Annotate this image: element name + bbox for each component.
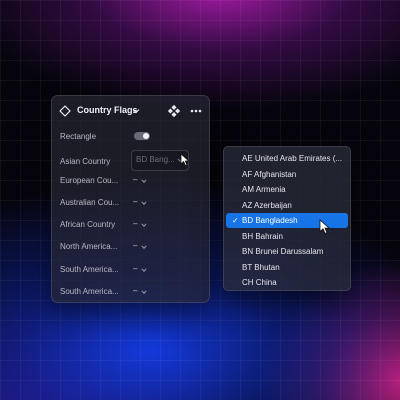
option-label: AM Armenia [242, 185, 286, 194]
toggle-knob [143, 133, 149, 139]
option-label: BH Bahrain [242, 231, 283, 241]
dropdown-option-bn[interactable]: BN Brunei Darussalam [226, 244, 348, 259]
property-row-african-country: African Country – [52, 216, 209, 236]
property-label: North America... [60, 242, 118, 251]
property-label: Rectangle [60, 132, 97, 141]
move-cross-icon[interactable] [168, 105, 180, 117]
select-value: BD Bang... [136, 155, 175, 164]
property-row-south-america-1: South America... – [52, 261, 209, 281]
panel-title[interactable]: Country Flags [77, 105, 138, 115]
option-label: AE United Arab Emirates (... [242, 154, 343, 163]
empty-select-value[interactable]: – [133, 197, 137, 206]
option-label: AZ Azerbaijan [242, 200, 292, 210]
chevron-down-icon[interactable] [141, 290, 147, 294]
checkmark-icon: ✓ [232, 216, 239, 225]
property-row-south-america-2: South America... – [52, 283, 209, 303]
option-label: CH China [242, 278, 277, 287]
empty-select-value[interactable]: – [133, 264, 137, 273]
empty-select-value[interactable]: – [133, 286, 137, 295]
property-row-australian-country: Australian Cou... – [52, 194, 209, 214]
frame-diamond-icon [59, 105, 71, 117]
property-label: European Cou... [60, 176, 119, 185]
chevron-down-icon[interactable] [141, 179, 147, 183]
chevron-down-icon[interactable] [141, 201, 147, 205]
option-label: BT Bhutan [242, 262, 280, 272]
property-row-rectangle: Rectangle [52, 128, 209, 148]
property-label: South America... [60, 287, 119, 296]
component-properties-panel: Country Flags Rectangle Asian Country BD… [51, 95, 210, 303]
dropdown-option-az[interactable]: AZ Azerbaijan [226, 198, 348, 213]
dropdown-option-af[interactable]: AF Afghanistan [226, 167, 348, 182]
option-label: AF Afghanistan [242, 169, 297, 179]
empty-select-value[interactable]: – [133, 175, 137, 184]
empty-select-value[interactable]: – [133, 219, 137, 228]
mouse-cursor-icon [319, 219, 331, 234]
option-label: BN Brunei Darussalam [242, 247, 324, 256]
rectangle-toggle[interactable] [134, 132, 150, 140]
property-row-north-america: North America... – [52, 238, 209, 258]
dropdown-option-ae[interactable]: AE United Arab Emirates (... [226, 151, 348, 166]
panel-header: Country Flags [52, 96, 209, 126]
chevron-down-icon[interactable] [132, 108, 140, 114]
property-label: Australian Cou... [60, 198, 120, 207]
chevron-down-icon[interactable] [141, 223, 147, 227]
mouse-cursor-icon [180, 153, 190, 167]
chevron-down-icon[interactable] [141, 245, 147, 249]
property-label: Asian Country [60, 157, 111, 166]
country-dropdown-menu: AE United Arab Emirates (... AF Afghanis… [223, 146, 351, 291]
property-label: South America... [60, 265, 119, 274]
option-label: BD Bangladesh [242, 216, 298, 225]
property-label: African Country [60, 220, 116, 229]
more-horizontal-icon[interactable] [190, 109, 202, 113]
dropdown-option-bt[interactable]: BT Bhutan [226, 260, 348, 275]
dropdown-option-ch[interactable]: CH China [226, 275, 348, 290]
empty-select-value[interactable]: – [133, 241, 137, 250]
property-row-european-country: European Cou... – [52, 172, 209, 192]
dropdown-option-am[interactable]: AM Armenia [226, 182, 348, 197]
chevron-down-icon[interactable] [141, 268, 147, 272]
